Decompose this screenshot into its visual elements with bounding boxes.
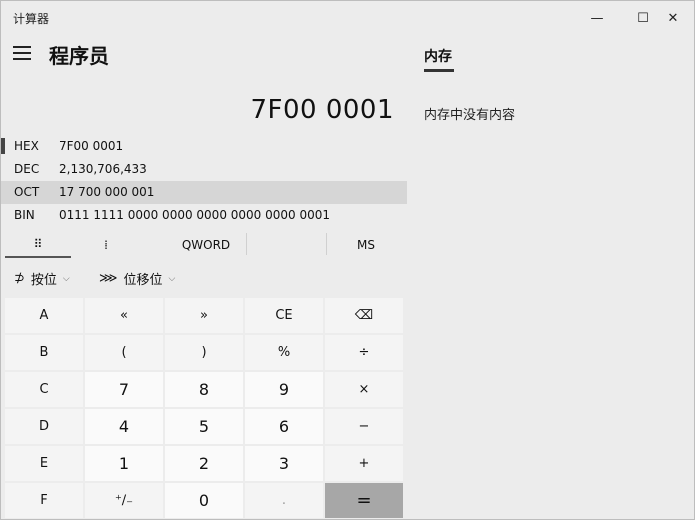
- keypad-tab-bar: ⠿ ⁞ QWORD MS: [1, 232, 407, 260]
- radix-name: DEC: [14, 162, 40, 176]
- chevron-down-icon: ⌵: [62, 273, 70, 284]
- bitshift-label: 位移位: [123, 273, 163, 288]
- keypad-icon: ⠿: [33, 237, 43, 251]
- negate-icon[interactable]: ⁺∕₋: [85, 483, 163, 518]
- maximize-icon: ☐: [637, 10, 649, 26]
- close-button[interactable]: ✕: [650, 1, 695, 35]
- operators-row: ⊅ 按位 ⌵ ⋙ 位移位 ⌵: [1, 264, 407, 294]
- key-b[interactable]: B: [5, 335, 83, 370]
- bit-shift-icon: ⋙: [99, 271, 118, 286]
- bitwise-label: 按位: [30, 273, 57, 288]
- radix-name: OCT: [14, 185, 40, 199]
- bitwise-dropdown[interactable]: ⊅ 按位 ⌵: [14, 269, 70, 288]
- key-decimal[interactable]: .: [245, 483, 323, 518]
- memory-empty-message: 内存中没有内容: [424, 108, 516, 123]
- key-6[interactable]: 6: [245, 409, 323, 444]
- calculator-window: 计算器 — ☐ ✕ 程序员 7F00 0001 HEX 7F00 0001 DE…: [0, 0, 695, 520]
- key-8[interactable]: 8: [165, 372, 243, 407]
- mode-title: 程序员: [49, 44, 109, 68]
- key-modulo[interactable]: %: [245, 335, 323, 370]
- key-d[interactable]: D: [5, 409, 83, 444]
- display-value: 7F00 0001: [250, 95, 394, 125]
- key-f[interactable]: F: [5, 483, 83, 518]
- divide-icon[interactable]: ÷: [325, 335, 403, 370]
- key-9[interactable]: 9: [245, 372, 323, 407]
- active-radix-marker: [1, 138, 5, 154]
- radix-row-bin[interactable]: BIN 0111 1111 0000 0000 0000 0000 0000 0…: [1, 204, 407, 227]
- key-2[interactable]: 2: [165, 446, 243, 481]
- memory-store-button[interactable]: MS: [326, 232, 406, 258]
- key-c[interactable]: C: [5, 372, 83, 407]
- tab-divider: [246, 233, 247, 255]
- chevron-down-icon: ⌵: [168, 273, 176, 284]
- radix-row-dec[interactable]: DEC 2,130,706,433: [1, 158, 407, 181]
- tab-divider: [326, 233, 327, 255]
- equals-button[interactable]: =: [325, 483, 403, 518]
- bit-toggle-tab[interactable]: ⁞: [71, 232, 141, 258]
- backspace-icon[interactable]: ⌫: [325, 298, 403, 333]
- key-5[interactable]: 5: [165, 409, 243, 444]
- multiply-icon[interactable]: ×: [325, 372, 403, 407]
- key-rotate-right[interactable]: »: [165, 298, 243, 333]
- key-close-paren[interactable]: ): [165, 335, 243, 370]
- key-1[interactable]: 1: [85, 446, 163, 481]
- minimize-button[interactable]: —: [574, 1, 620, 35]
- logic-gate-icon: ⊅: [14, 271, 25, 286]
- key-rotate-left[interactable]: «: [85, 298, 163, 333]
- app-title: 计算器: [13, 12, 50, 26]
- bitshift-dropdown[interactable]: ⋙ 位移位 ⌵: [99, 269, 175, 288]
- key-clear-entry[interactable]: CE: [245, 298, 323, 333]
- key-4[interactable]: 4: [85, 409, 163, 444]
- radix-value: 7F00 0001: [59, 139, 124, 153]
- radix-value: 17 700 000 001: [59, 185, 155, 199]
- close-icon: ✕: [667, 10, 679, 26]
- radix-row-hex[interactable]: HEX 7F00 0001: [1, 135, 407, 158]
- plus-icon[interactable]: +: [325, 446, 403, 481]
- radix-name: BIN: [14, 208, 35, 222]
- memory-tab[interactable]: 内存: [424, 46, 452, 66]
- key-e[interactable]: E: [5, 446, 83, 481]
- title-bar: 计算器 — ☐ ✕: [1, 1, 695, 35]
- key-0[interactable]: 0: [165, 483, 243, 518]
- minimize-icon: —: [590, 10, 604, 26]
- hamburger-menu-icon[interactable]: [13, 46, 31, 60]
- key-3[interactable]: 3: [245, 446, 323, 481]
- key-7[interactable]: 7: [85, 372, 163, 407]
- radix-row-oct[interactable]: OCT 17 700 000 001: [1, 181, 407, 204]
- radix-value: 0111 1111 0000 0000 0000 0000 0000 0001: [59, 208, 331, 222]
- memory-tab-indicator: [424, 69, 454, 72]
- minus-icon[interactable]: −: [325, 409, 403, 444]
- key-open-paren[interactable]: (: [85, 335, 163, 370]
- full-keypad-tab[interactable]: ⠿: [5, 232, 71, 258]
- keypad: A « » CE ⌫ B ( ) % ÷ C 7 8 9 × D 4 5 6 −…: [5, 298, 405, 518]
- radix-value: 2,130,706,433: [59, 162, 147, 176]
- radix-name: HEX: [14, 139, 39, 153]
- bit-toggle-icon: ⁞: [104, 238, 108, 252]
- key-a[interactable]: A: [5, 298, 83, 333]
- word-size-button[interactable]: QWORD: [161, 232, 251, 258]
